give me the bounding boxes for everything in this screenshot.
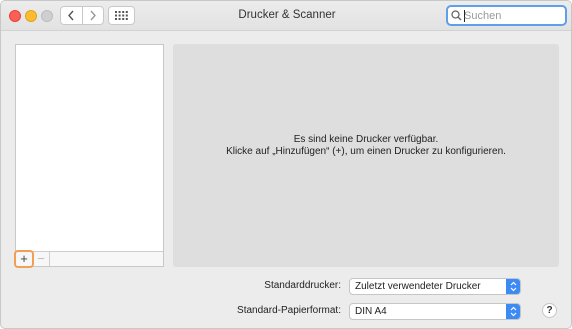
window-title: Drucker & Scanner	[238, 9, 336, 21]
empty-state-message: Es sind keine Drucker verfügbar. Klicke …	[173, 134, 559, 158]
back-button[interactable]	[61, 7, 82, 24]
default-printer-value: Zuletzt verwendeter Drucker	[355, 281, 481, 292]
popup-arrows-icon	[506, 304, 520, 319]
preferences-window: Drucker & Scanner + − Es sind keine Druc…	[0, 0, 572, 329]
printer-list[interactable]: + −	[15, 44, 164, 267]
paper-format-label: Standard-Papierformat:	[237, 305, 341, 316]
title-bar: Drucker & Scanner	[1, 1, 571, 31]
help-button[interactable]: ?	[542, 303, 557, 318]
chevron-right-icon	[90, 10, 96, 21]
printer-list-toolbar: + −	[16, 251, 163, 266]
popup-arrows-icon	[506, 279, 520, 294]
remove-printer-button[interactable]: −	[33, 252, 50, 266]
default-printer-popup[interactable]: Zuletzt verwendeter Drucker	[349, 278, 521, 295]
grid-icon	[115, 11, 128, 20]
chevron-left-icon	[68, 10, 74, 21]
search-input[interactable]	[464, 8, 562, 23]
empty-state-line-2: Klicke auf „Hinzufügen“ (+), um einen Dr…	[226, 146, 506, 157]
printer-detail-panel: Es sind keine Drucker verfügbar. Klicke …	[173, 44, 559, 267]
close-window-button[interactable]	[9, 10, 21, 22]
empty-state-line-1: Es sind keine Drucker verfügbar.	[293, 134, 439, 145]
paper-format-value: DIN A4	[355, 306, 387, 317]
minimize-window-button[interactable]	[25, 10, 37, 22]
zoom-window-button[interactable]	[41, 10, 53, 22]
show-all-button[interactable]	[108, 6, 135, 25]
paper-format-popup[interactable]: DIN A4	[349, 303, 521, 320]
add-printer-button[interactable]: +	[16, 252, 33, 266]
navigation-buttons	[60, 6, 104, 25]
search-field[interactable]	[446, 5, 567, 26]
magnifier-icon	[451, 10, 462, 21]
forward-button[interactable]	[81, 7, 104, 24]
default-printer-label: Standarddrucker:	[264, 280, 341, 291]
